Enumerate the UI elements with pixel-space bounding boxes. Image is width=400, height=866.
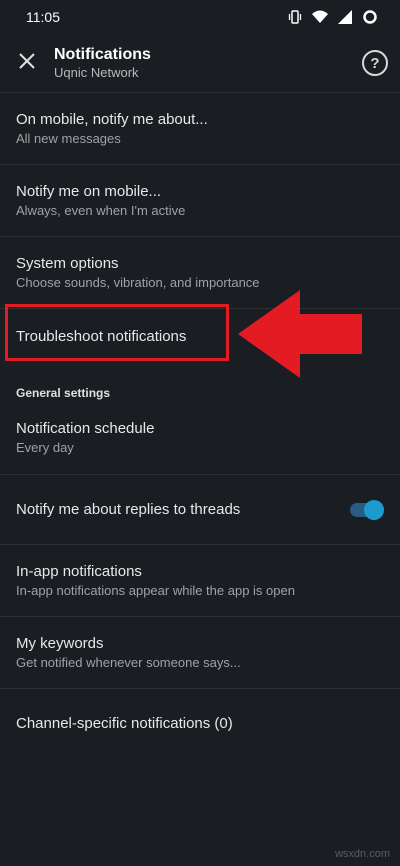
list-item-title: In-app notifications [16,562,142,580]
close-button[interactable] [0,34,54,92]
list-item-title: System options [16,254,119,272]
list-item-subtitle: All new messages [16,130,121,146]
list-item-title: On mobile, notify me about... [16,110,208,128]
list-item-title: Notify me about replies to threads [16,500,241,518]
list-item-in-app-notifications[interactable]: In-app notifications In-app notification… [0,544,400,616]
list-item-title: Notification schedule [16,420,155,437]
watermark: wsxdn.com [334,848,390,860]
annotation-arrow-icon [234,288,366,385]
list-item-replies-to-threads[interactable]: Notify me about replies to threads [0,474,400,544]
list-item-subtitle: Every day [16,440,74,455]
list-item-channel-specific[interactable]: Channel-specific notifications (0) [0,688,400,758]
list-item-subtitle: In-app notifications appear while the ap… [16,582,295,598]
annotation-highlight-box [5,304,229,361]
page-title: Notifications [54,46,151,63]
list-item-subtitle: Get notified whenever someone says... [16,654,241,670]
workspace-name: Uqnic Network [54,65,139,80]
app-bar: Notifications Uqnic Network ? [0,34,400,92]
status-time: 11:05 [26,9,60,25]
battery-ring-icon [362,9,378,25]
wifi-icon [312,10,328,24]
list-item-notification-schedule[interactable]: Notification schedule Every day [0,402,400,474]
close-icon [18,52,36,75]
help-icon: ? [370,54,380,72]
list-item-notify-on-mobile[interactable]: Notify me on mobile... Always, even when… [0,164,400,236]
title-block: Notifications Uqnic Network [54,45,151,81]
list-item-title: Channel-specific notifications (0) [16,714,233,732]
list-item-my-keywords[interactable]: My keywords Get notified whenever someon… [0,616,400,688]
help-button[interactable]: ? [362,50,388,76]
signal-icon [338,10,352,24]
list-item-title: My keywords [16,634,104,652]
list-item-title: Notify me on mobile... [16,182,162,200]
status-bar: 11:05 [0,0,400,34]
vibrate-icon [288,10,302,24]
status-icons [288,9,378,25]
replies-to-threads-toggle[interactable] [350,499,384,520]
toggle-knob [364,499,384,520]
list-item-subtitle: Always, even when I'm active [16,202,186,218]
notifications-list: On mobile, notify me about... All new me… [0,92,400,758]
list-item-notify-about[interactable]: On mobile, notify me about... All new me… [0,92,400,164]
